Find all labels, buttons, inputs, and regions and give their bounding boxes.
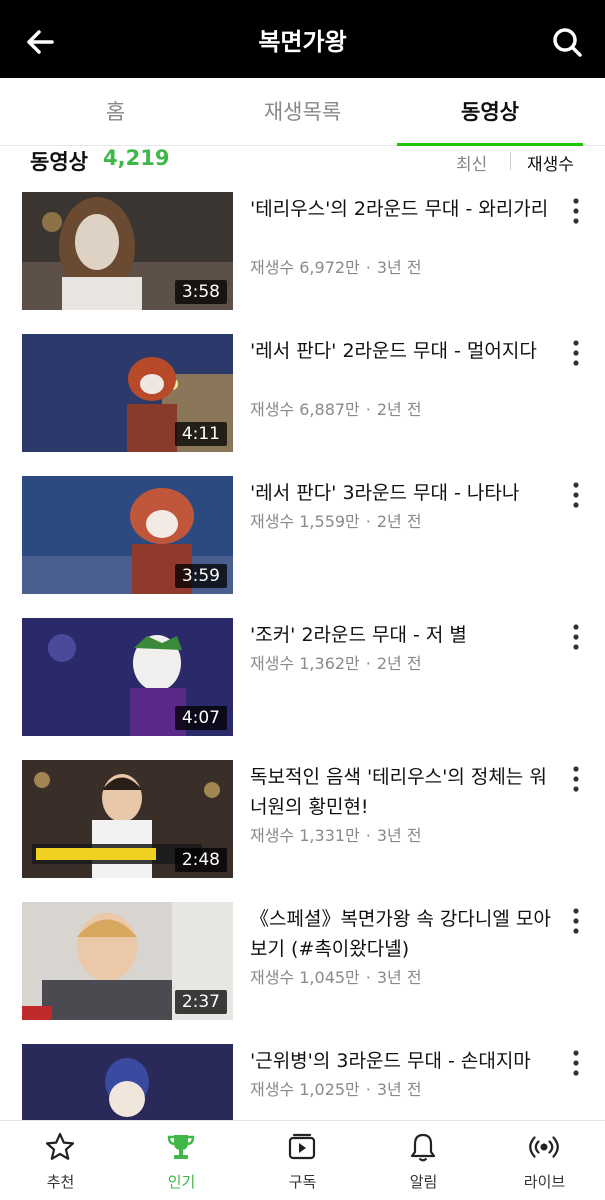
- tab-playlists[interactable]: 재생목록: [200, 78, 405, 146]
- nav-notifications[interactable]: 알림: [363, 1121, 484, 1200]
- tab-videos[interactable]: 동영상: [397, 78, 583, 146]
- video-title[interactable]: 독보적인 음색 '테리우스'의 정체는 워너원의 황민현!: [250, 762, 560, 822]
- video-title[interactable]: '테리우스'의 2라운드 무대 - 와리가리: [250, 194, 560, 224]
- more-options-icon[interactable]: [566, 764, 586, 794]
- video-duration: 3:58: [174, 280, 227, 304]
- video-duration: 3:59: [174, 564, 227, 588]
- video-duration: 2:37: [174, 990, 227, 1014]
- video-title[interactable]: '레서 판다' 3라운드 무대 - 나타나: [250, 478, 560, 508]
- bottom-navigation: 추천 인기 구독 알림 라이브: [0, 1120, 605, 1200]
- upload-age: 3년 전: [376, 968, 422, 987]
- trophy-icon: [167, 1135, 195, 1159]
- video-item[interactable]: 3:58 '테리우스'의 2라운드 무대 - 와리가리 재생수 6,972만 · 3…: [0, 192, 605, 314]
- nav-recommended[interactable]: 추천: [0, 1121, 121, 1200]
- view-count: 재생수 6,887만: [250, 400, 360, 419]
- video-thumbnail[interactable]: 4:07: [22, 618, 233, 736]
- nav-popular[interactable]: 인기: [121, 1121, 242, 1200]
- more-options-icon[interactable]: [566, 196, 586, 226]
- video-meta: 재생수 1,362만 · 2년 전: [250, 654, 422, 673]
- more-options-icon[interactable]: [566, 338, 586, 368]
- video-title[interactable]: '레서 판다' 2라운드 무대 - 멀어지다: [250, 336, 560, 366]
- sort-latest-button[interactable]: 최신: [456, 150, 487, 175]
- more-options-icon[interactable]: [566, 906, 586, 936]
- video-duration: 4:07: [174, 706, 227, 730]
- video-item[interactable]: 3:59 '레서 판다' 3라운드 무대 - 나타나 재생수 1,559만 · 2년…: [0, 476, 605, 598]
- upload-age: 3년 전: [376, 258, 422, 277]
- tab-home[interactable]: 홈: [0, 78, 231, 146]
- upload-age: 3년 전: [376, 1080, 422, 1099]
- view-count: 재생수 1,559만: [250, 512, 360, 531]
- more-options-icon[interactable]: [566, 1048, 586, 1078]
- upload-age: 2년 전: [376, 400, 422, 419]
- sort-divider: [510, 152, 511, 170]
- video-count: 4,219: [103, 146, 170, 170]
- sort-views-button[interactable]: 재생수: [527, 150, 574, 175]
- upload-age: 3년 전: [376, 826, 422, 845]
- nav-label: 인기: [167, 1173, 196, 1191]
- video-title[interactable]: '근위병'의 3라운드 무대 - 손대지마: [250, 1046, 560, 1076]
- view-count: 재생수 1,045만: [250, 968, 360, 987]
- bell-icon: [410, 1133, 436, 1162]
- search-icon: [553, 28, 582, 57]
- more-options-icon[interactable]: [566, 622, 586, 652]
- star-icon: [45, 1132, 75, 1160]
- channel-tabs: 홈 재생목록 동영상: [0, 78, 605, 146]
- search-button[interactable]: [545, 20, 589, 64]
- nav-label: 구독: [288, 1173, 317, 1191]
- subscription-icon: [288, 1133, 316, 1160]
- nav-label: 라이브: [523, 1173, 566, 1191]
- video-thumbnail[interactable]: 3:59: [22, 476, 233, 594]
- more-options-icon[interactable]: [566, 480, 586, 510]
- video-title[interactable]: '조커' 2라운드 무대 - 저 별: [250, 620, 560, 650]
- top-bar: 복면가왕: [0, 0, 605, 78]
- video-thumbnail[interactable]: 3:58: [22, 192, 233, 310]
- video-thumbnail[interactable]: 4:11: [22, 334, 233, 452]
- video-item[interactable]: 2:48 독보적인 음색 '테리우스'의 정체는 워너원의 황민현! 재생수 1…: [0, 760, 605, 882]
- video-list-header: 동영상 4,219 최신 재생수: [0, 146, 605, 180]
- video-meta: 재생수 1,559만 · 2년 전: [250, 512, 422, 531]
- video-meta: 재생수 6,887만 · 2년 전: [250, 400, 422, 419]
- nav-label: 알림: [409, 1173, 438, 1191]
- page-title: 복면가왕: [258, 28, 347, 56]
- upload-age: 2년 전: [376, 654, 422, 673]
- video-thumbnail[interactable]: 2:48: [22, 760, 233, 878]
- video-title[interactable]: 《스페셜》복면가왕 속 강다니엘 모아보기 (#촉이왔다녤): [250, 904, 560, 964]
- upload-age: 2년 전: [376, 512, 422, 531]
- video-item[interactable]: 4:11 '레서 판다' 2라운드 무대 - 멀어지다 재생수 6,887만 · 2…: [0, 334, 605, 456]
- video-item[interactable]: 4:07 '조커' 2라운드 무대 - 저 별 재생수 1,362만 · 2년 전: [0, 618, 605, 740]
- video-meta: 재생수 1,331만 · 3년 전: [250, 826, 422, 845]
- view-count: 재생수 1,025만: [250, 1080, 360, 1099]
- video-item[interactable]: 2:37 《스페셜》복면가왕 속 강다니엘 모아보기 (#촉이왔다녤) 재생수 …: [0, 902, 605, 1024]
- view-count: 재생수 1,362만: [250, 654, 360, 673]
- view-count: 재생수 1,331만: [250, 826, 360, 845]
- video-meta: 재생수 6,972만 · 3년 전: [250, 258, 422, 277]
- video-thumbnail[interactable]: 2:37: [22, 902, 233, 1020]
- video-duration: 2:48: [174, 848, 227, 872]
- video-meta: 재생수 1,045만 · 3년 전: [250, 968, 422, 987]
- video-meta: 재생수 1,025만 · 3년 전: [250, 1080, 422, 1099]
- nav-live[interactable]: 라이브: [484, 1121, 605, 1200]
- video-list-title: 동영상: [30, 150, 88, 174]
- nav-label: 추천: [46, 1173, 75, 1191]
- view-count: 재생수 6,972만: [250, 258, 360, 277]
- video-duration: 4:11: [174, 422, 227, 446]
- nav-subscriptions[interactable]: 구독: [242, 1121, 363, 1200]
- live-icon: [529, 1136, 559, 1158]
